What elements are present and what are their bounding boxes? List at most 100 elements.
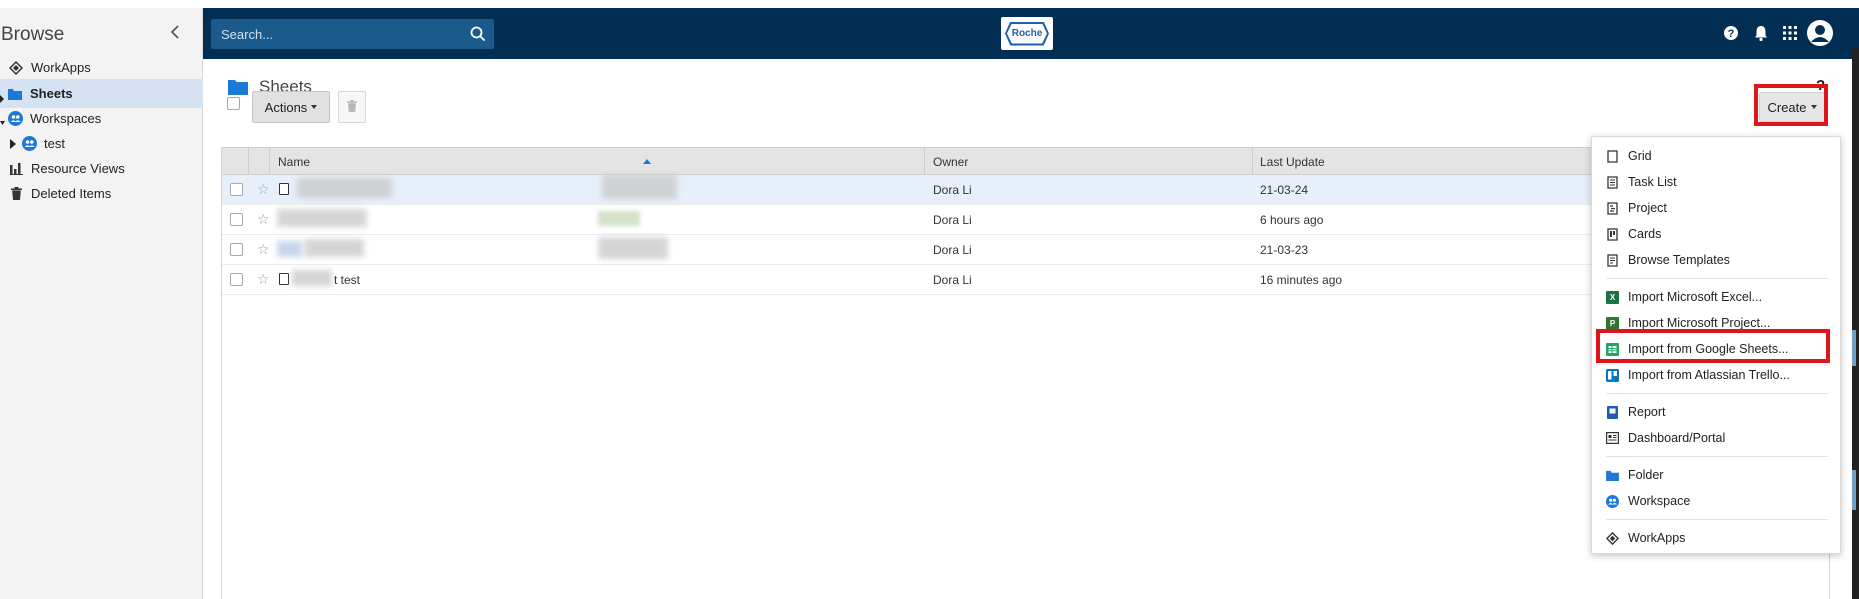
workspace-icon bbox=[1606, 494, 1619, 508]
redacted-name bbox=[304, 239, 364, 257]
menu-divider bbox=[1606, 393, 1828, 394]
menu-item-label: Import Microsoft Project... bbox=[1628, 316, 1771, 330]
redacted-icon bbox=[277, 241, 302, 257]
templates-icon bbox=[1606, 253, 1619, 267]
menu-item-label: WorkApps bbox=[1628, 531, 1686, 545]
collapse-sidebar-icon[interactable] bbox=[169, 23, 183, 41]
row-checkbox[interactable] bbox=[230, 213, 243, 226]
menu-item-project[interactable]: Project bbox=[1592, 195, 1840, 221]
owner-cell: Dora Li bbox=[933, 273, 972, 287]
app-launcher-grid-icon[interactable] bbox=[1781, 24, 1799, 42]
notifications-bell-icon[interactable] bbox=[1752, 24, 1770, 42]
menu-item-report[interactable]: Report bbox=[1592, 399, 1840, 425]
logo-text: Roche bbox=[1007, 23, 1047, 44]
last-update-cell: 21-03-23 bbox=[1260, 243, 1309, 257]
favorite-star-icon[interactable]: ☆ bbox=[257, 272, 270, 286]
menu-item-import-excel[interactable]: X Import Microsoft Excel... bbox=[1592, 284, 1840, 310]
user-avatar-icon[interactable] bbox=[1806, 19, 1834, 47]
menu-divider bbox=[1606, 456, 1828, 457]
favorite-star-icon[interactable]: ☆ bbox=[257, 242, 270, 256]
resource-views-icon bbox=[8, 161, 24, 177]
grid-sheet-icon bbox=[1606, 149, 1619, 163]
sidebar-item-label: WorkApps bbox=[31, 60, 91, 75]
sidebar-item-label: Sheets bbox=[30, 86, 73, 101]
table-row[interactable]: ☆ Dora Li 21-03-23 bbox=[222, 235, 1831, 265]
menu-item-cards[interactable]: Cards bbox=[1592, 221, 1840, 247]
menu-item-import-trello[interactable]: Import from Atlassian Trello... bbox=[1592, 362, 1840, 388]
menu-item-task-list[interactable]: Task List bbox=[1592, 169, 1840, 195]
table-row[interactable]: ☆ t test Dora Li 16 minutes ago bbox=[222, 265, 1831, 295]
dashboard-icon bbox=[1606, 432, 1619, 445]
actions-dropdown-button[interactable]: Actions bbox=[252, 91, 330, 123]
trash-icon bbox=[347, 99, 357, 115]
sidebar-item-deleted-items[interactable]: Deleted Items bbox=[0, 179, 203, 208]
column-header-name[interactable]: Name bbox=[278, 155, 310, 169]
menu-item-import-google-sheets[interactable]: Import from Google Sheets... bbox=[1592, 336, 1840, 362]
owner-cell: Dora Li bbox=[933, 243, 972, 257]
menu-item-workapps[interactable]: WorkApps bbox=[1592, 525, 1840, 551]
table-row[interactable]: ☆ Dora Li 6 hours ago bbox=[222, 205, 1831, 235]
workapps-icon bbox=[1606, 531, 1619, 545]
report-icon bbox=[1606, 405, 1619, 419]
task-list-icon bbox=[1606, 175, 1619, 189]
favorite-star-icon[interactable]: ☆ bbox=[257, 182, 270, 196]
cards-icon bbox=[1606, 227, 1619, 241]
trello-icon bbox=[1606, 368, 1619, 382]
folder-icon bbox=[1606, 469, 1619, 482]
select-all-checkbox[interactable] bbox=[227, 97, 240, 110]
last-update-cell: 21-03-24 bbox=[1260, 183, 1309, 197]
create-label: Create bbox=[1767, 99, 1807, 115]
menu-item-label: Import from Google Sheets... bbox=[1628, 342, 1789, 356]
chevron-down-icon bbox=[1810, 105, 1817, 109]
menu-item-dashboard-portal[interactable]: Dashboard/Portal bbox=[1592, 425, 1840, 451]
window-edge-strip bbox=[1852, 48, 1859, 599]
roche-logo: Roche bbox=[1001, 17, 1053, 50]
create-button[interactable]: Create bbox=[1759, 92, 1825, 122]
menu-item-label: Folder bbox=[1628, 468, 1664, 482]
sidebar-item-label: Deleted Items bbox=[31, 186, 112, 201]
menu-item-grid[interactable]: Grid bbox=[1592, 143, 1840, 169]
expand-caret-icon bbox=[0, 91, 4, 103]
workspace-icon bbox=[21, 136, 37, 152]
sort-ascending-icon[interactable] bbox=[643, 159, 651, 164]
menu-item-workspace[interactable]: Workspace bbox=[1592, 488, 1840, 514]
redacted-cell bbox=[598, 237, 668, 259]
search-input[interactable] bbox=[211, 19, 461, 49]
row-checkbox[interactable] bbox=[230, 273, 243, 286]
menu-item-folder[interactable]: Folder bbox=[1592, 462, 1840, 488]
column-divider bbox=[269, 148, 270, 175]
sheet-icon bbox=[279, 183, 289, 195]
column-header-last-update[interactable]: Last Update bbox=[1260, 155, 1325, 169]
menu-item-label: Cards bbox=[1628, 227, 1662, 241]
menu-item-browse-templates[interactable]: Browse Templates bbox=[1592, 247, 1840, 273]
excel-icon: X bbox=[1606, 290, 1619, 304]
column-divider bbox=[1252, 148, 1253, 175]
row-checkbox[interactable] bbox=[230, 243, 243, 256]
redacted-name bbox=[292, 270, 332, 286]
menu-item-import-ms-project[interactable]: P Import Microsoft Project... bbox=[1592, 310, 1840, 336]
collapsed-caret-icon[interactable] bbox=[10, 138, 16, 149]
sidebar-title: Browse bbox=[1, 24, 65, 45]
table-header: Name Owner Last Update bbox=[222, 147, 1831, 175]
search-box bbox=[211, 19, 494, 49]
menu-item-label: Task List bbox=[1628, 175, 1677, 189]
help-icon[interactable]: ? bbox=[1722, 24, 1740, 42]
owner-cell: Dora Li bbox=[933, 213, 972, 227]
row-checkbox[interactable] bbox=[230, 183, 243, 196]
redacted-name bbox=[297, 178, 392, 198]
project-icon bbox=[1606, 201, 1619, 215]
favorite-star-icon[interactable]: ☆ bbox=[257, 212, 270, 226]
menu-item-label: Import from Atlassian Trello... bbox=[1628, 368, 1790, 382]
workspace-icon bbox=[7, 111, 23, 127]
sidebar-item-workapps[interactable]: WorkApps bbox=[0, 53, 203, 82]
redacted-name bbox=[277, 209, 367, 227]
column-header-owner[interactable]: Owner bbox=[933, 155, 968, 169]
name-cell: t test bbox=[334, 273, 361, 287]
search-icon[interactable] bbox=[470, 26, 486, 42]
ms-project-icon: P bbox=[1606, 316, 1619, 330]
column-divider bbox=[924, 148, 925, 175]
menu-item-label: Browse Templates bbox=[1628, 253, 1730, 267]
top-navigation-bar: Roche ? bbox=[203, 8, 1859, 59]
table-row[interactable]: ☆ Dora Li 21-03-24 bbox=[222, 175, 1831, 205]
delete-button[interactable] bbox=[338, 91, 366, 123]
